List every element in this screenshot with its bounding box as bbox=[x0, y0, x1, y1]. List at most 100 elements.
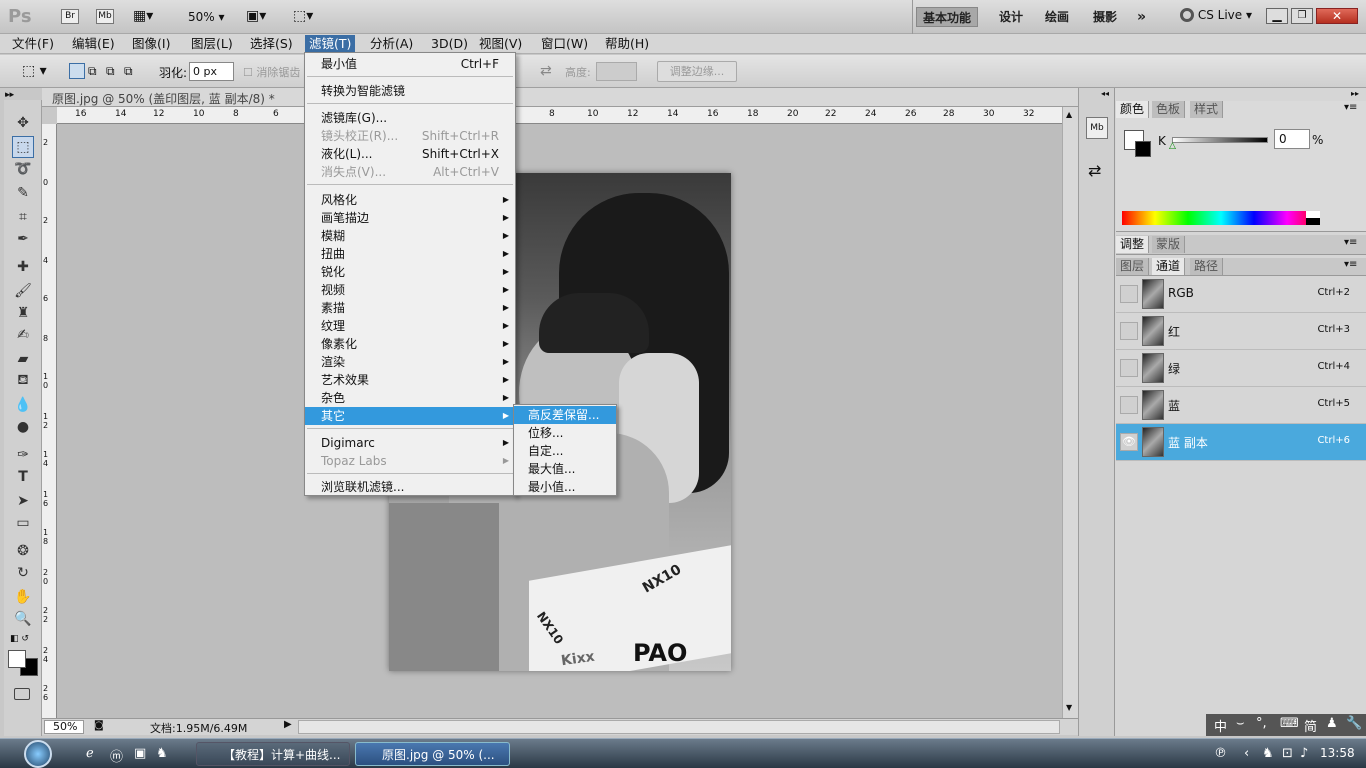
path-selection-tool-icon[interactable]: ➤ bbox=[12, 490, 34, 512]
visibility-toggle[interactable] bbox=[1120, 396, 1138, 414]
filter-sharpen[interactable]: 锐化 ▶ bbox=[305, 263, 515, 281]
foreground-color-swatch[interactable] bbox=[8, 650, 26, 668]
ime-user-icon[interactable]: ♟ bbox=[1326, 716, 1338, 731]
workspace-photography[interactable]: 摄影 bbox=[1087, 7, 1123, 27]
menu-filter[interactable]: 滤镜(T) bbox=[305, 35, 356, 53]
scroll-down-icon[interactable]: ▼ bbox=[1066, 703, 1072, 712]
refine-edge-button[interactable]: 调整边缘... bbox=[657, 61, 737, 82]
history-panel-icon[interactable]: ⇄ bbox=[1088, 161, 1101, 180]
submenu-minimum[interactable]: 最小值... bbox=[514, 478, 616, 496]
zoom-tool-icon[interactable]: 🔍 bbox=[12, 608, 34, 630]
tab-masks[interactable]: 蒙版 bbox=[1152, 236, 1186, 253]
color-bw-swatch[interactable] bbox=[1306, 211, 1320, 225]
ime-keyboard-icon[interactable]: ⌨ bbox=[1280, 716, 1299, 731]
restore-button[interactable]: ❐ bbox=[1291, 8, 1313, 24]
color-spectrum-bar[interactable] bbox=[1122, 211, 1320, 225]
quicklaunch-folder-icon[interactable]: ▣ bbox=[134, 746, 146, 761]
filter-liquify[interactable]: 液化(L)... Shift+Ctrl+X bbox=[305, 145, 515, 163]
mini-bridge-panel-icon[interactable]: Mb bbox=[1086, 117, 1108, 139]
workspace-essentials[interactable]: 基本功能 bbox=[916, 7, 979, 27]
screen-mode-icon[interactable]: ⬚▾ bbox=[293, 8, 313, 24]
3d-rotate-tool-icon[interactable]: ❂ bbox=[12, 540, 34, 562]
menu-window[interactable]: 窗口(W) bbox=[537, 35, 592, 53]
new-selection-icon[interactable] bbox=[69, 63, 85, 79]
eyedropper-tool-icon[interactable]: ✒ bbox=[12, 228, 34, 250]
tab-swatches[interactable]: 色板 bbox=[1152, 101, 1186, 118]
marquee-tool-icon[interactable]: ⬚ bbox=[12, 136, 34, 158]
zoom-level-dropdown[interactable]: 50% ▾ bbox=[188, 10, 225, 24]
channel-row-rgb[interactable]: RGB Ctrl+2 bbox=[1116, 276, 1366, 313]
intersect-selection-icon[interactable]: ⧉ bbox=[124, 64, 133, 79]
height-input[interactable] bbox=[596, 62, 637, 81]
filter-browse-online[interactable]: 浏览联机滤镜... bbox=[305, 478, 515, 496]
filter-noise[interactable]: 杂色 ▶ bbox=[305, 389, 515, 407]
tab-channels[interactable]: 通道 bbox=[1152, 258, 1186, 275]
vertical-scrollbar[interactable]: ▲ ▼ bbox=[1062, 107, 1078, 718]
eye-icon[interactable]: 👁 bbox=[1120, 433, 1138, 451]
menu-image[interactable]: 图像(I) bbox=[128, 35, 174, 53]
tab-adjustments[interactable]: 调整 bbox=[1116, 236, 1150, 253]
minimize-button[interactable]: ▁ bbox=[1266, 8, 1288, 24]
clone-stamp-tool-icon[interactable]: ♜ bbox=[12, 302, 34, 324]
dodge-tool-icon[interactable]: ● bbox=[12, 416, 34, 438]
menu-view[interactable]: 视图(V) bbox=[475, 35, 526, 53]
blur-tool-icon[interactable]: 💧 bbox=[12, 394, 34, 416]
workspace-painting[interactable]: 绘画 bbox=[1039, 7, 1075, 27]
more-workspaces-button[interactable]: » bbox=[1131, 7, 1152, 27]
quicklaunch-ie-icon[interactable]: ℯ bbox=[86, 746, 94, 761]
filter-video[interactable]: 视频 ▶ bbox=[305, 281, 515, 299]
swap-dimensions-icon[interactable]: ⇄ bbox=[540, 63, 552, 79]
history-brush-tool-icon[interactable]: ✍ bbox=[12, 324, 34, 346]
paint-bucket-tool-icon[interactable]: ⛾ bbox=[12, 370, 34, 392]
menu-analysis[interactable]: 分析(A) bbox=[366, 35, 417, 53]
hand-tool-icon[interactable]: ✋ bbox=[12, 586, 34, 608]
type-tool-icon[interactable]: T bbox=[12, 466, 34, 488]
filter-pixelate[interactable]: 像素化 ▶ bbox=[305, 335, 515, 353]
subtract-from-selection-icon[interactable]: ⧉ bbox=[106, 64, 115, 79]
document-tab[interactable]: 原图.jpg @ 50% (盖印图层, 蓝 副本/8) * bbox=[52, 90, 275, 107]
panel-menu-icon[interactable]: ▾≡ bbox=[1344, 102, 1357, 113]
close-button[interactable]: ✕ bbox=[1316, 8, 1358, 24]
filter-texture[interactable]: 纹理 ▶ bbox=[305, 317, 515, 335]
status-menu-arrow[interactable]: ▶ bbox=[284, 719, 292, 730]
filter-render[interactable]: 渲染 ▶ bbox=[305, 353, 515, 371]
color-background-swatch[interactable] bbox=[1135, 141, 1151, 157]
visibility-toggle[interactable] bbox=[1120, 322, 1138, 340]
brush-tool-icon[interactable]: 🖌 bbox=[12, 280, 34, 302]
tray-app-icon[interactable]: ℗ bbox=[1214, 746, 1227, 761]
healing-brush-tool-icon[interactable]: ✚ bbox=[12, 256, 34, 278]
status-zoom-input[interactable]: 50% bbox=[44, 720, 84, 734]
filter-convert-smart[interactable]: 转换为智能滤镜 bbox=[305, 82, 515, 100]
feather-input[interactable]: 0 px bbox=[189, 62, 234, 81]
filter-gallery[interactable]: 滤镜库(G)... bbox=[305, 109, 515, 127]
tab-styles[interactable]: 样式 bbox=[1190, 101, 1224, 118]
menu-3d[interactable]: 3D(D) bbox=[427, 35, 472, 53]
pen-tool-icon[interactable]: ✑ bbox=[12, 444, 34, 466]
filter-stylize[interactable]: 风格化 ▶ bbox=[305, 191, 515, 209]
cs-live-button[interactable]: CS Live ▾ bbox=[1180, 8, 1252, 22]
filter-distort[interactable]: 扭曲 ▶ bbox=[305, 245, 515, 263]
filter-blur[interactable]: 模糊 ▶ bbox=[305, 227, 515, 245]
taskbar-button-photoshop[interactable]: 原图.jpg @ 50% (... bbox=[355, 742, 510, 766]
ime-chinese-mode[interactable]: 中 bbox=[1214, 716, 1227, 735]
filter-last-filter[interactable]: 最小值 Ctrl+F bbox=[305, 55, 515, 73]
menu-select[interactable]: 选择(S) bbox=[246, 35, 297, 53]
workspace-design[interactable]: 设计 bbox=[993, 7, 1029, 27]
ime-moon-icon[interactable]: ⌣ bbox=[1236, 716, 1245, 731]
view-extras-icon[interactable]: ▦▾ bbox=[133, 8, 153, 24]
tray-qq-icon[interactable]: ♞ bbox=[1262, 746, 1274, 761]
horizontal-scrollbar[interactable] bbox=[298, 720, 1060, 734]
channel-row-blue-copy[interactable]: 👁 蓝 副本 Ctrl+6 bbox=[1116, 424, 1366, 461]
quick-mask-icon[interactable] bbox=[14, 688, 30, 700]
add-to-selection-icon[interactable]: ⧉ bbox=[88, 64, 97, 79]
color-slider[interactable] bbox=[1172, 137, 1268, 143]
tray-volume-icon[interactable]: ♪ bbox=[1300, 746, 1308, 761]
filter-other[interactable]: 其它 ▶ bbox=[305, 407, 515, 425]
channels-menu-icon[interactable]: ▾≡ bbox=[1344, 259, 1357, 270]
visibility-toggle[interactable] bbox=[1120, 285, 1138, 303]
default-colors-icon[interactable]: ◧ ↺ bbox=[10, 634, 29, 644]
filter-brush-strokes[interactable]: 画笔描边 ▶ bbox=[305, 209, 515, 227]
menu-edit[interactable]: 编辑(E) bbox=[68, 35, 119, 53]
scroll-up-icon[interactable]: ▲ bbox=[1066, 110, 1072, 119]
menu-help[interactable]: 帮助(H) bbox=[601, 35, 653, 53]
